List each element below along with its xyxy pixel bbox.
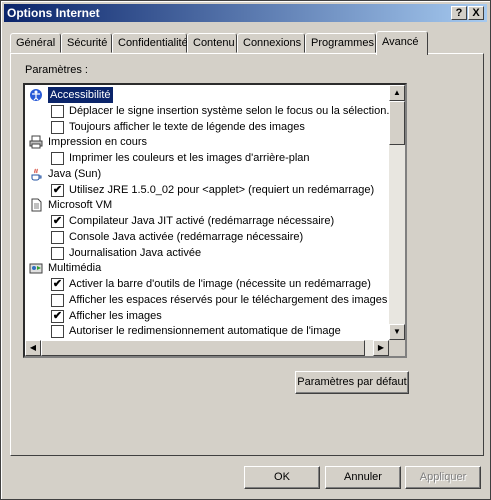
document-icon <box>29 198 43 212</box>
tab-programs[interactable]: Programmes <box>305 33 376 53</box>
setting-checkbox[interactable] <box>51 120 64 134</box>
setting-label: Imprimer les couleurs et les images d'ar… <box>69 152 310 164</box>
setting-label: Afficher les espaces réservés pour le té… <box>69 293 388 306</box>
setting-checkbox[interactable]: ✔ <box>51 309 64 323</box>
setting-checkbox[interactable] <box>51 152 64 165</box>
setting-checkbox[interactable]: ✔ <box>51 215 64 228</box>
setting-label: Toujours afficher le texte de légende de… <box>69 120 305 133</box>
category-label: Impression en cours <box>48 136 148 149</box>
scroll-up-button[interactable]: ▲ <box>389 85 405 101</box>
help-button[interactable]: ? <box>451 6 467 20</box>
settings-label: Paramètres : <box>25 64 88 76</box>
category-label: Java (Sun) <box>48 167 102 180</box>
setting-label: Activer la barre d'outils de l'image (né… <box>69 278 371 290</box>
setting-label: Console Java activée (redémarrage nécess… <box>69 230 304 243</box>
setting-label: Autoriser le redimensionnement automatiq… <box>69 325 341 338</box>
tab-privacy[interactable]: Confidentialité <box>112 33 188 53</box>
setting-checkbox[interactable]: ✔ <box>51 183 64 197</box>
printer-icon <box>29 135 43 149</box>
horizontal-scrollbar[interactable]: ◀ ▶ <box>25 340 389 356</box>
tab-content[interactable]: Contenu <box>187 33 237 53</box>
setting-label: Afficher les images <box>69 309 162 322</box>
hscroll-thumb[interactable] <box>41 340 365 356</box>
setting-label: Utilisez JRE 1.5.0_02 pour <applet> (req… <box>69 183 375 196</box>
category-label: Accessibilité <box>48 87 113 103</box>
setting-checkbox[interactable] <box>51 246 64 260</box>
close-button[interactable]: X <box>468 6 484 20</box>
tab-general[interactable]: Général <box>10 33 61 53</box>
settings-list[interactable]: Accessibilité Déplacer le signe insertion… <box>23 83 407 358</box>
apply-button[interactable]: Appliquer <box>405 466 481 489</box>
accessibility-icon <box>29 88 43 102</box>
window-title: Options Internet <box>7 6 100 20</box>
scroll-thumb[interactable] <box>389 101 405 145</box>
vertical-scrollbar[interactable]: ▲ ▼ <box>389 85 405 340</box>
tab-security[interactable]: Sécurité <box>61 33 112 53</box>
setting-label: Compilateur Java JIT activé (redémarrage… <box>69 215 335 227</box>
setting-checkbox[interactable] <box>51 104 64 118</box>
category-label: Microsoft VM <box>48 199 113 212</box>
scroll-left-button[interactable]: ◀ <box>25 340 41 356</box>
java-icon <box>29 167 43 181</box>
tab-connections[interactable]: Connexions <box>237 33 305 53</box>
scroll-right-button[interactable]: ▶ <box>373 340 389 356</box>
cancel-button[interactable]: Annuler <box>325 466 401 489</box>
setting-label: Déplacer le signe insertion système selo… <box>69 104 390 117</box>
ok-button[interactable]: OK <box>244 466 320 489</box>
setting-checkbox[interactable]: ✔ <box>51 278 64 291</box>
title-bar: Options Internet ? X <box>4 4 487 22</box>
category-label: Multimédia <box>48 262 102 275</box>
setting-label: Journalisation Java activée <box>69 246 202 259</box>
setting-checkbox[interactable] <box>51 325 64 339</box>
tab-advanced[interactable]: Avancé <box>376 31 428 55</box>
multimedia-icon <box>29 261 43 275</box>
scrollbar-corner <box>389 340 405 356</box>
setting-checkbox[interactable] <box>51 293 64 307</box>
restore-defaults-button[interactable]: Paramètres par défaut <box>295 371 409 394</box>
scroll-down-button[interactable]: ▼ <box>389 324 405 340</box>
setting-checkbox[interactable] <box>51 230 64 244</box>
